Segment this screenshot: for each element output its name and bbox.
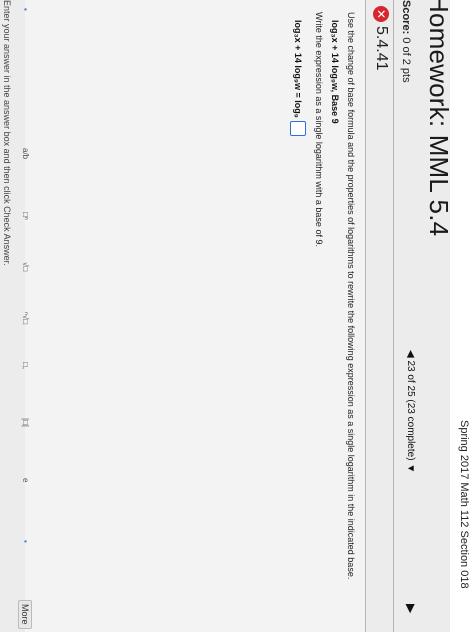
more-button[interactable]: More bbox=[18, 600, 32, 629]
absolute-value-tool[interactable]: |□| bbox=[21, 418, 30, 427]
divider bbox=[393, 0, 394, 632]
subscript-tool[interactable]: □, bbox=[21, 362, 30, 369]
question-id: ✕ 5.4.41 bbox=[372, 6, 390, 70]
question-instruction: Use the change of base formula and the p… bbox=[346, 12, 356, 580]
homework-title: Homework: MML 5.4 bbox=[424, 0, 454, 237]
divider bbox=[365, 0, 366, 632]
screen: Spring 2017 Math 112 Section 018 Homewor… bbox=[0, 0, 474, 632]
tool-icon-1[interactable]: ▪ bbox=[21, 8, 30, 11]
score: Score: 0 of 2 pts bbox=[400, 0, 412, 83]
progress-text: 23 of 25 (23 complete) bbox=[405, 360, 416, 461]
given-expression: log₃x + 14 log₉w, Base 9 bbox=[330, 20, 340, 124]
score-value: 0 of 2 pts bbox=[400, 37, 412, 83]
answer-prompt: Write the expression as a single logarit… bbox=[314, 12, 324, 247]
nth-root-tool[interactable]: ⁿ√□ bbox=[21, 312, 30, 324]
answer-row: log₃x + 14 log₉w = log₉ bbox=[290, 20, 306, 136]
course-title: Spring 2017 Math 112 Section 018 bbox=[458, 420, 470, 589]
incorrect-icon: ✕ bbox=[373, 6, 389, 22]
question-dropdown-icon[interactable]: ▼ bbox=[405, 463, 416, 473]
score-label: Score: bbox=[400, 0, 412, 35]
answer-expression: log₃x + 14 log₉w = log₉ bbox=[293, 20, 303, 118]
previous-question-icon[interactable]: ◀ bbox=[405, 350, 416, 358]
answer-input[interactable] bbox=[290, 120, 306, 136]
question-number: 5.4.41 bbox=[373, 26, 390, 71]
expression-text: log₃x + 14 log₉w, Base 9 bbox=[330, 20, 340, 124]
bottom-hint: Enter your answer in the answer box and … bbox=[2, 0, 12, 266]
exponent-tool[interactable]: □ⁿ bbox=[21, 212, 30, 220]
fraction-tool[interactable]: a/b bbox=[21, 148, 30, 159]
e-tool[interactable]: e bbox=[21, 478, 30, 482]
question-navigator: ◀ 23 of 25 (23 complete) ▼ bbox=[405, 350, 416, 473]
sqrt-tool[interactable]: √□ bbox=[21, 262, 30, 271]
next-question-icon[interactable]: ▶ bbox=[404, 604, 418, 613]
tool-icon-2[interactable]: ▪ bbox=[21, 540, 30, 543]
